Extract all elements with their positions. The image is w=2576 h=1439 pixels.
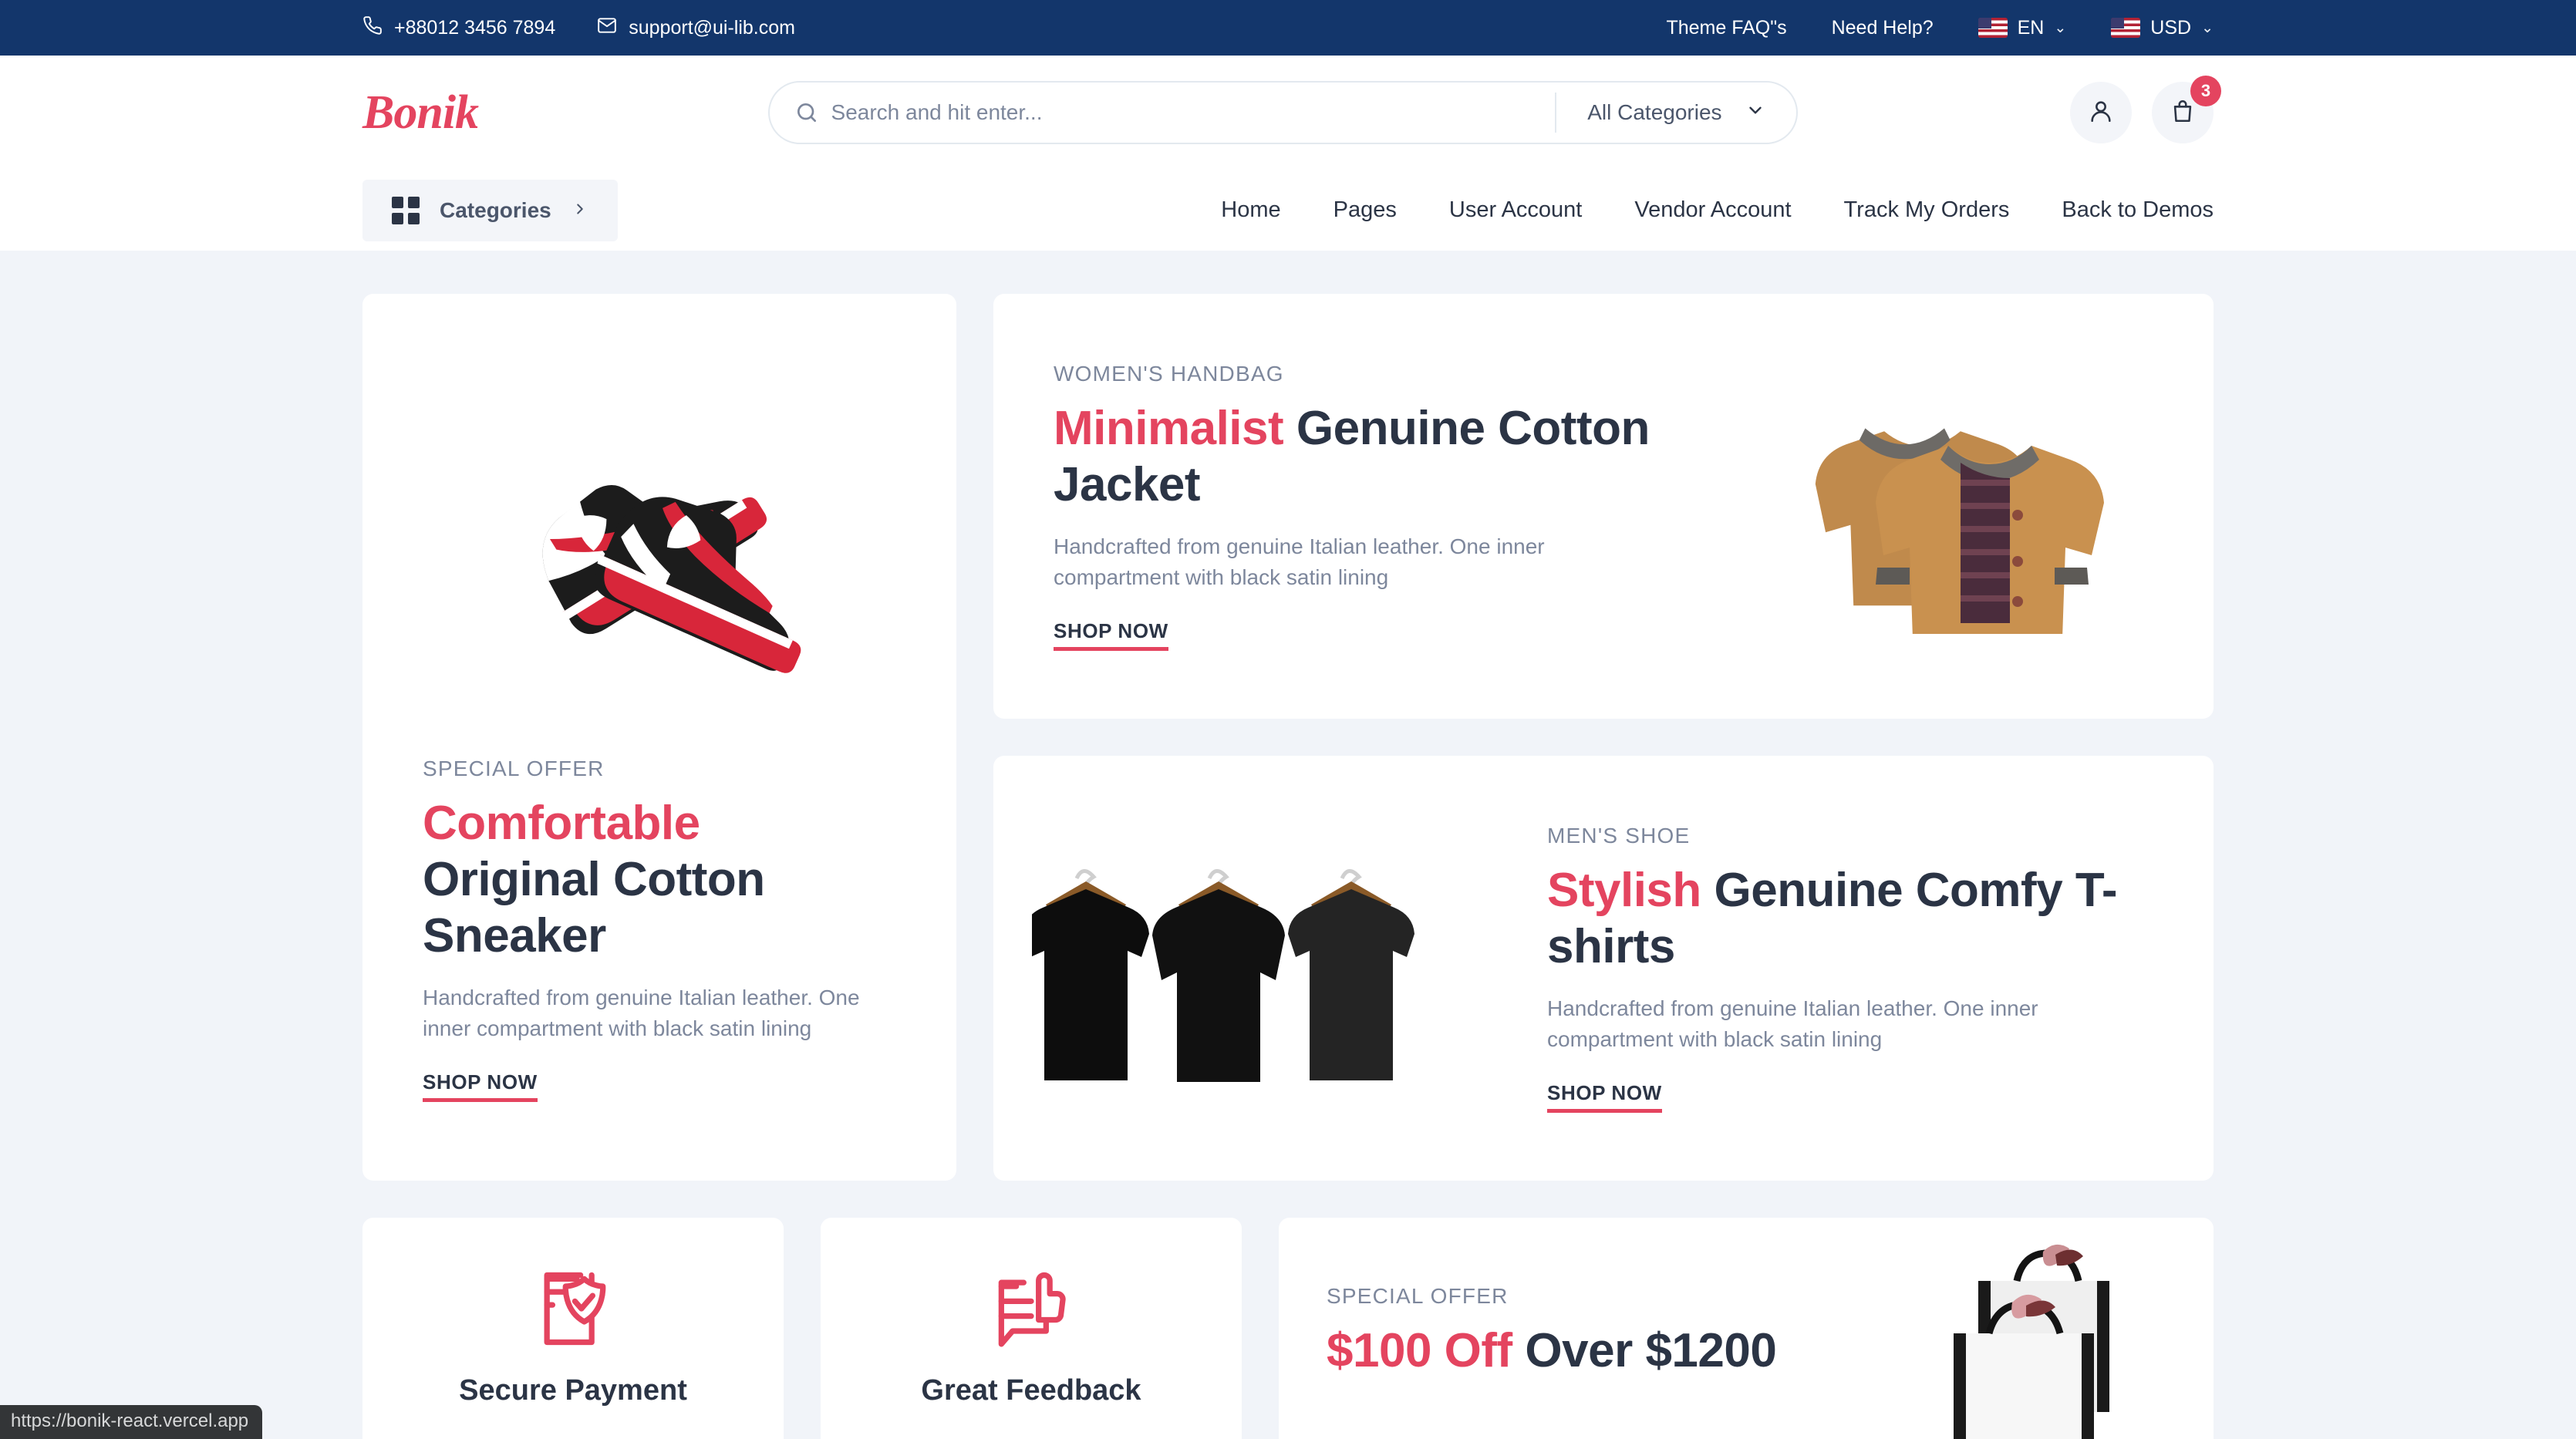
account-button[interactable]: [2070, 82, 2132, 143]
sneaker-title-highlight: Comfortable: [423, 797, 700, 850]
nav-link-home[interactable]: Home: [1221, 197, 1280, 223]
nav-link-pages[interactable]: Pages: [1334, 197, 1397, 223]
chevron-right-icon: [572, 198, 588, 223]
search-icon: [770, 100, 831, 125]
hero-card-jacket[interactable]: WOMEN'S HANDBAG Minimalist Genuine Cotto…: [993, 294, 2214, 719]
email-address: support@ui-lib.com: [629, 16, 795, 39]
jacket-description: Handcrafted from genuine Italian leather…: [1054, 534, 1545, 590]
us-flag-icon: [1978, 18, 2008, 38]
main-navigation: Categories Home Pages User Account Vendo…: [0, 170, 2576, 251]
services-row: Secure Payment Great Feedback SPECIAL OF…: [362, 1218, 2214, 1439]
sneaker-shop-now-link[interactable]: SHOP NOW: [423, 1070, 538, 1102]
theme-faq-link[interactable]: Theme FAQ"s: [1666, 17, 1786, 39]
tshirt-shop-now-link[interactable]: SHOP NOW: [1547, 1081, 1662, 1113]
nav-link-vendor-account[interactable]: Vendor Account: [1634, 197, 1791, 223]
service-card-great-feedback[interactable]: Great Feedback: [821, 1218, 1242, 1439]
jacket-shop-now-link[interactable]: SHOP NOW: [1054, 619, 1168, 651]
envelope-icon: [597, 15, 617, 41]
chevron-down-icon: ⌄: [2054, 19, 2067, 36]
sneaker-image: [362, 294, 956, 757]
tshirt-eyebrow: MEN'S SHOE: [1547, 824, 1691, 848]
currency-selector[interactable]: USD ⌄: [2111, 17, 2214, 39]
jacket-image: [1720, 294, 2214, 719]
tshirt-image: [993, 756, 1487, 1181]
tshirt-description: Handcrafted from genuine Italian leather…: [1547, 996, 2038, 1052]
jacket-title: Minimalist Genuine Cotton Jacket: [1054, 400, 1704, 513]
service-title: Secure Payment: [459, 1374, 687, 1407]
shopping-bags-image: [1905, 1218, 2214, 1439]
grid-icon: [392, 196, 420, 224]
phone-number: +88012 3456 7894: [394, 16, 556, 39]
categories-button[interactable]: Categories: [362, 179, 618, 241]
language-value: EN: [2017, 16, 2045, 39]
offer-title: $100 Off Over $1200: [1327, 1323, 1905, 1379]
jacket-eyebrow: WOMEN'S HANDBAG: [1054, 362, 1284, 386]
phone-icon: [362, 15, 383, 41]
offer-eyebrow: SPECIAL OFFER: [1327, 1284, 1509, 1309]
chevron-down-icon: ⌄: [2201, 19, 2214, 36]
offer-title-highlight: $100 Off: [1327, 1324, 1512, 1378]
need-help-link[interactable]: Need Help?: [1832, 17, 1934, 39]
offer-card-100-off[interactable]: SPECIAL OFFER $100 Off Over $1200: [1279, 1218, 2214, 1439]
top-bar: +88012 3456 7894 support@ui-lib.com Them…: [0, 0, 2576, 56]
nav-link-track-my-orders[interactable]: Track My Orders: [1844, 197, 2010, 223]
currency-value: USD: [2150, 16, 2192, 39]
hero-card-tshirt[interactable]: MEN'S SHOE Stylish Genuine Comfy T-shirt…: [993, 756, 2214, 1181]
cart-count-badge: 3: [2190, 76, 2221, 106]
tshirt-title: Stylish Genuine Comfy T-shirts: [1547, 862, 2183, 975]
email-contact[interactable]: support@ui-lib.com: [597, 15, 795, 41]
offer-title-rest: Over $1200: [1525, 1324, 1777, 1378]
site-logo[interactable]: Bonik: [362, 86, 479, 140]
category-select[interactable]: All Categories: [1555, 93, 1795, 133]
nav-link-user-account[interactable]: User Account: [1449, 197, 1582, 223]
us-flag-icon: [2111, 18, 2141, 38]
search-input[interactable]: [831, 100, 1556, 125]
sneaker-title-rest: Original Cotton Sneaker: [423, 853, 765, 963]
sneaker-eyebrow: SPECIAL OFFER: [423, 757, 605, 780]
tshirt-title-highlight: Stylish: [1547, 864, 1701, 918]
document-shield-check-icon: [528, 1264, 618, 1357]
chevron-down-icon: [1745, 100, 1765, 126]
hero-banner-grid: SPECIAL OFFER Comfortable Original Cotto…: [362, 294, 2214, 1181]
browser-status-bar-url: https://bonik-react.vercel.app: [0, 1405, 263, 1439]
nav-link-back-to-demos[interactable]: Back to Demos: [2062, 197, 2214, 223]
phone-contact[interactable]: +88012 3456 7894: [362, 15, 555, 41]
hero-card-sneaker[interactable]: SPECIAL OFFER Comfortable Original Cotto…: [362, 294, 956, 1181]
search-bar: All Categories: [767, 81, 1798, 144]
user-icon: [2088, 98, 2114, 128]
sneaker-title: Comfortable Original Cotton Sneaker: [423, 795, 896, 964]
sneaker-description: Handcrafted from genuine Italian leather…: [423, 986, 860, 1041]
document-thumbs-up-icon: [986, 1264, 1076, 1357]
category-select-label: All Categories: [1587, 100, 1722, 124]
jacket-title-highlight: Minimalist: [1054, 402, 1284, 456]
main-content: SPECIAL OFFER Comfortable Original Cotto…: [362, 251, 2214, 1439]
service-card-secure-payment[interactable]: Secure Payment: [362, 1218, 784, 1439]
cart-button[interactable]: 3: [2152, 76, 2221, 143]
shopping-bag-icon: [2170, 98, 2196, 128]
language-selector[interactable]: EN ⌄: [1978, 16, 2067, 39]
categories-button-label: Categories: [440, 197, 551, 222]
site-header: Bonik All Categories: [0, 56, 2576, 170]
service-title: Great Feedback: [921, 1374, 1141, 1407]
